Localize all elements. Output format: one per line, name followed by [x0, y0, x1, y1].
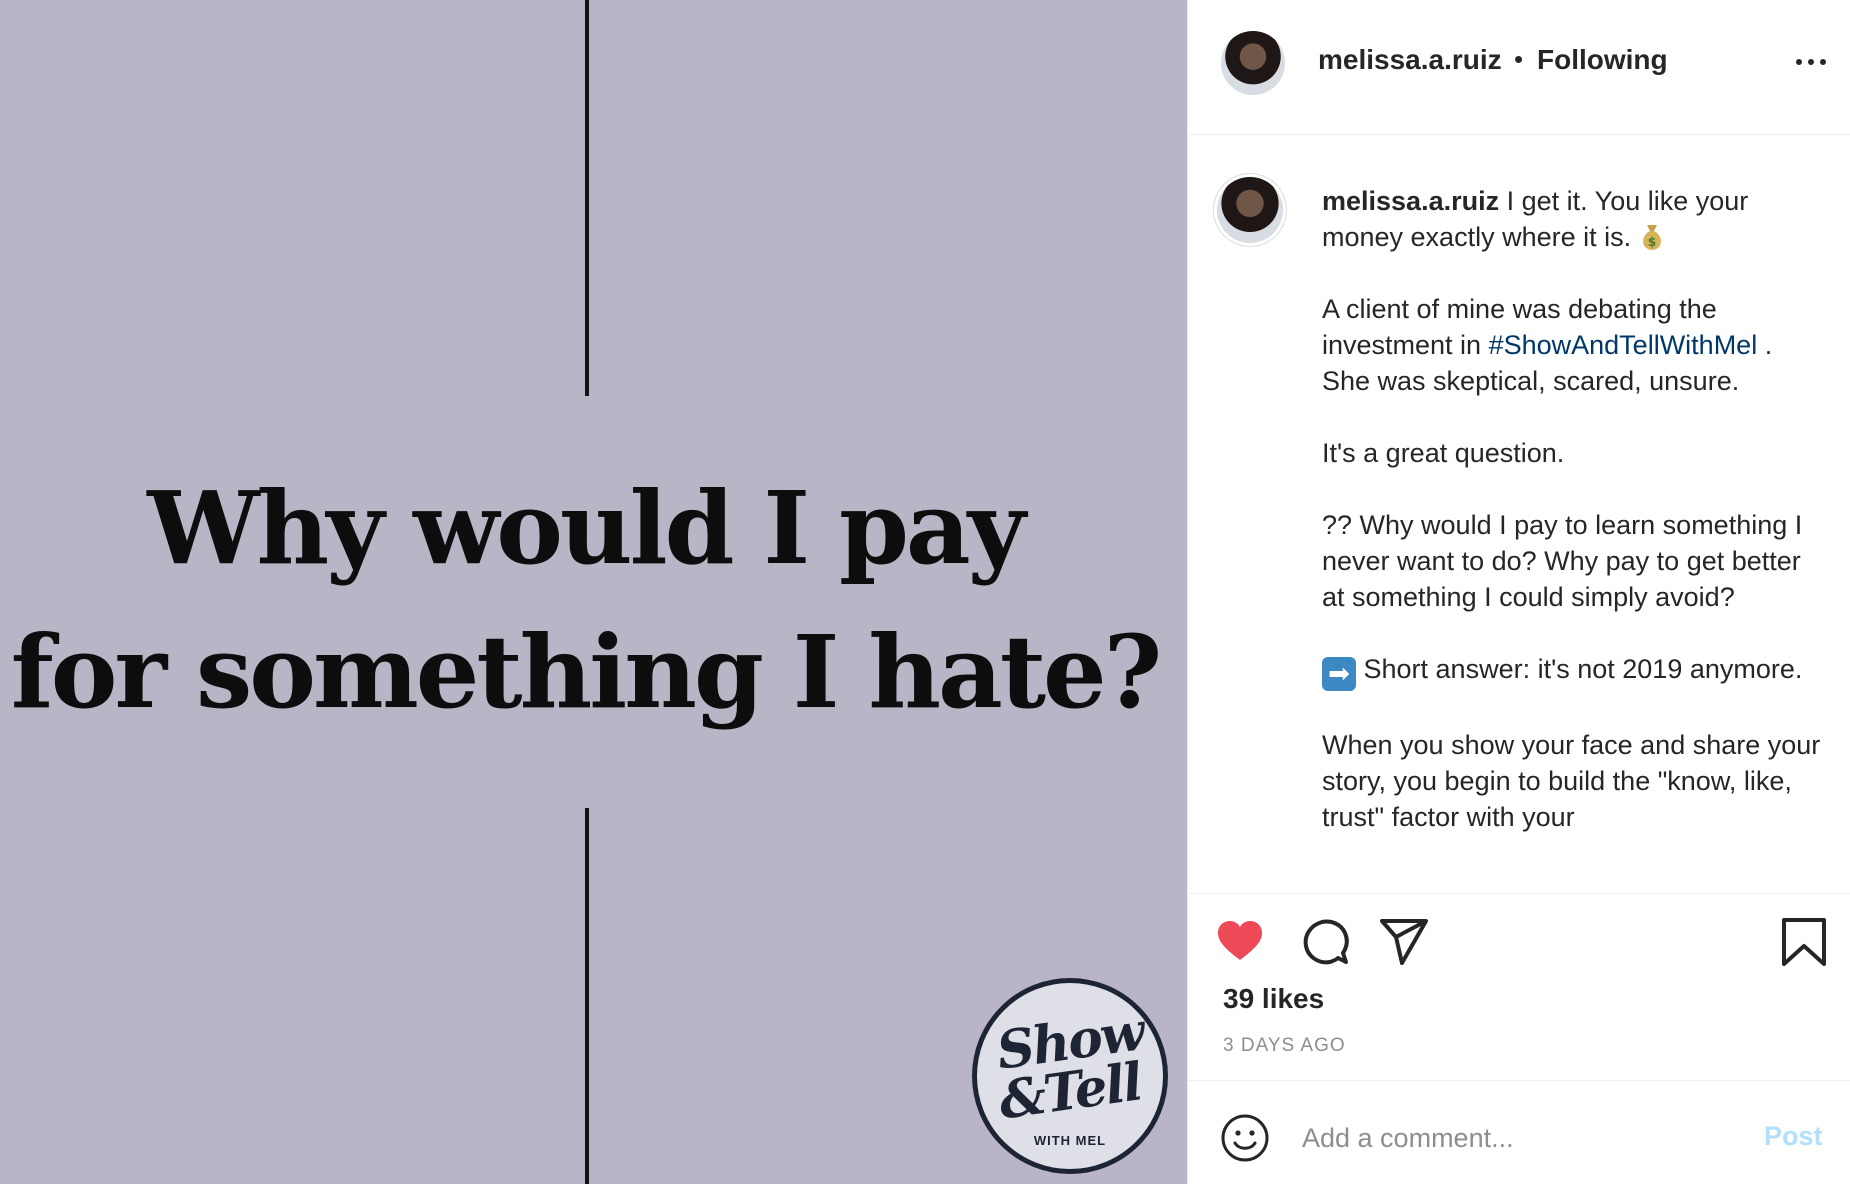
header-avatar[interactable]: [1221, 31, 1285, 95]
post-sidebar: melissa.a.ruiz • Following melissa.a.rui…: [1187, 0, 1850, 1184]
post-image[interactable]: Why would I pay for something I hate? Sh…: [0, 0, 1187, 1184]
caption-paragraph-4: ?? Why would I pay to learn something I …: [1322, 510, 1803, 612]
post-header: melissa.a.ruiz • Following: [1188, 0, 1850, 135]
heart-filled-icon[interactable]: [1214, 916, 1266, 968]
decorative-line-bottom: [585, 808, 589, 1184]
caption-paragraph-3: It's a great question.: [1322, 438, 1565, 468]
comment-input[interactable]: [1300, 1117, 1744, 1159]
image-headline-line1: Why would I pay: [147, 469, 1026, 587]
money-bag-icon: $: [1642, 225, 1661, 250]
post-comment-button[interactable]: Post: [1764, 1121, 1823, 1152]
hashtag-link[interactable]: #ShowAndTellWithMel: [1489, 330, 1758, 360]
caption-paragraph-6: When you show your face and share your s…: [1322, 730, 1821, 832]
show-and-tell-logo: Show &Tell WITH MEL: [972, 978, 1168, 1174]
header-username[interactable]: melissa.a.ruiz: [1318, 44, 1502, 76]
header-separator: •: [1514, 44, 1524, 74]
comment-icon[interactable]: [1299, 916, 1351, 968]
following-button[interactable]: Following: [1537, 44, 1668, 76]
caption-paragraph-1: melissa.a.ruiz I get it. You like your m…: [1322, 183, 1827, 255]
caption-username[interactable]: melissa.a.ruiz: [1322, 186, 1499, 216]
right-arrow-icon: ➡: [1322, 657, 1356, 691]
decorative-line-top: [585, 0, 589, 396]
more-horizontal-icon[interactable]: [1794, 52, 1828, 72]
likes-count[interactable]: 39 likes: [1223, 983, 1324, 1015]
emoji-picker-icon[interactable]: [1220, 1113, 1270, 1163]
caption-paragraph-2: A client of mine was debating the invest…: [1322, 291, 1827, 399]
add-comment-bar: Post: [1188, 1080, 1850, 1185]
caption-text: melissa.a.ruiz I get it. You like your m…: [1322, 183, 1827, 871]
bookmark-icon[interactable]: [1778, 916, 1830, 968]
share-icon[interactable]: [1378, 916, 1430, 968]
action-bar: [1188, 900, 1850, 980]
logo-line3: WITH MEL: [1033, 1133, 1107, 1148]
caption-paragraph-5: ➡ Short answer: it's not 2019 anymore.: [1322, 651, 1827, 691]
svg-text:$: $: [1647, 235, 1655, 249]
post-timestamp: 3 DAYS AGO: [1223, 1035, 1346, 1056]
caption-p5-text: Short answer: it's not 2019 anymore.: [1356, 654, 1803, 684]
comments-section[interactable]: melissa.a.ruiz I get it. You like your m…: [1188, 135, 1850, 894]
caption-avatar[interactable]: [1217, 177, 1283, 243]
image-headline-line2: for something I hate?: [10, 613, 1162, 731]
